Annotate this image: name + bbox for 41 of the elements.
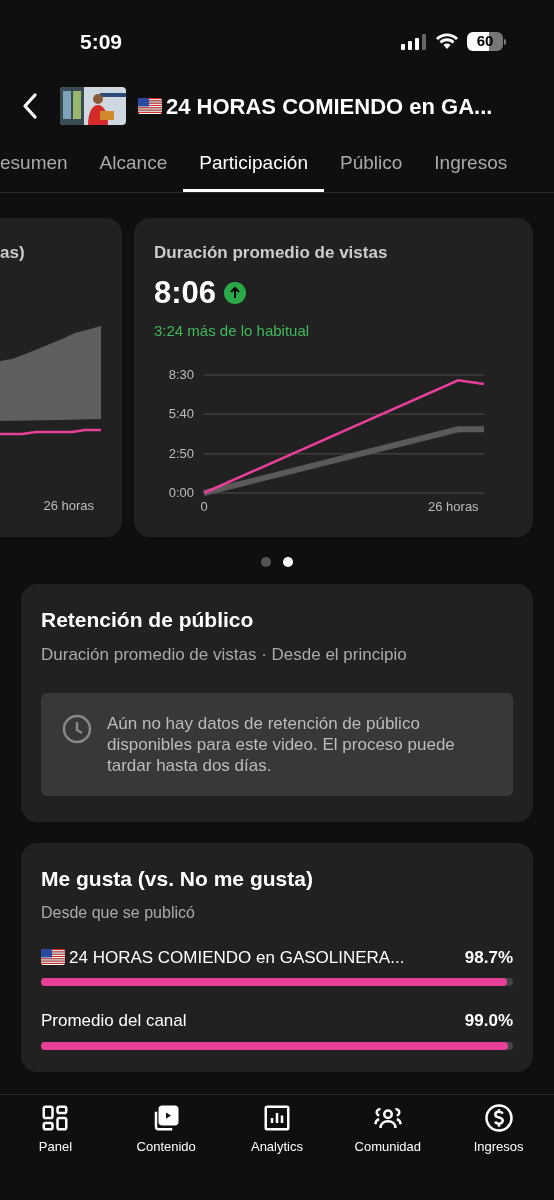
card-title: as): [0, 242, 26, 264]
video-label: 24 HORAS COMIENDO en GASOLINERA...: [69, 946, 405, 969]
metric-value: 8:06: [154, 273, 217, 312]
axis-label: 0: [200, 498, 208, 513]
nav-tab[interactable]: Analytics: [227, 1103, 327, 1157]
tab[interactable]: Público: [324, 148, 419, 192]
tab[interactable]: Alcance: [83, 148, 184, 192]
tab[interactable]: esumen: [0, 148, 84, 192]
axis-label: 8:30: [168, 366, 194, 382]
axis-label: 0:00: [168, 484, 194, 500]
nav-tab[interactable]: Comunidad: [337, 1103, 438, 1157]
battery-icon: 60: [467, 32, 506, 51]
empty-state-message: Aún no hay datos de retención de público disponibles para este video. El proceso puede tardar hasta dos días.: [107, 713, 456, 776]
axis-label: 26 horas: [428, 498, 479, 513]
axis-label: 5:40: [168, 405, 194, 421]
signal-icon: [401, 33, 427, 50]
dashboard-icon: [40, 1103, 71, 1133]
tab[interactable]: Participación: [183, 148, 324, 192]
comparison-note: 3:24 más de lo habitual: [154, 321, 311, 341]
percentage: 98.7%: [464, 946, 513, 969]
nav-tab[interactable]: Contenido: [116, 1103, 217, 1157]
status-time: 5:09: [80, 28, 123, 55]
wifi-icon: [435, 33, 459, 50]
percentage: 99.0%: [464, 1010, 513, 1032]
card-subtitle: Desde que se publicó: [41, 902, 196, 923]
card-title: Duración promedio de vistas: [154, 242, 389, 264]
nav-tab[interactable]: Ingresos: [448, 1103, 549, 1157]
nav-tab[interactable]: Panel: [5, 1103, 106, 1157]
card-title: Retención de público: [41, 607, 255, 633]
tab[interactable]: Ingresos: [418, 148, 524, 192]
clock-icon: [61, 713, 93, 745]
card-subtitle: Duración promedio de vistas · Desde el principio: [41, 643, 408, 666]
card-title: Me gusta (vs. No me gusta): [41, 866, 314, 892]
video-label: Promedio del canal: [41, 1010, 187, 1032]
bar-chart-icon: [262, 1103, 292, 1133]
flag-icon: [138, 98, 162, 114]
flag-icon: [41, 949, 65, 966]
axis-label: 2:50: [168, 445, 194, 461]
video-title: 24 HORAS COMIENDO en GA...: [166, 92, 493, 121]
dollar-icon: [483, 1103, 514, 1133]
axis-label: 26 horas: [43, 496, 94, 515]
